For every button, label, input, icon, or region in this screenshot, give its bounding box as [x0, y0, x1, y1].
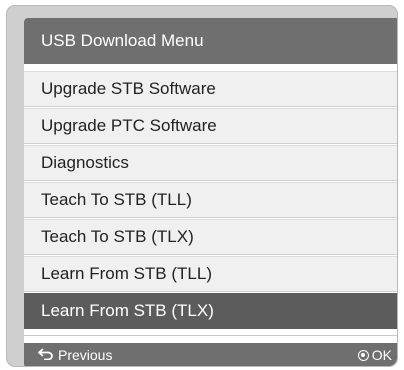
ok-circle-icon — [357, 349, 369, 361]
menu-item-teach-to-stb-tll[interactable]: Teach To STB (TLL) — [24, 182, 397, 218]
dialog-panel: USB Download Menu Upgrade STB Software U… — [24, 18, 397, 366]
menu-item-upgrade-ptc-software[interactable]: Upgrade PTC Software — [24, 108, 397, 144]
menu-item-teach-to-stb-tlx[interactable]: Teach To STB (TLX) — [24, 219, 397, 255]
menu-item-diagnostics[interactable]: Diagnostics — [24, 145, 397, 181]
dialog-frame: USB Download Menu Upgrade STB Software U… — [6, 5, 398, 367]
menu-item-learn-from-stb-tlx[interactable]: Learn From STB (TLX) — [24, 293, 397, 329]
previous-label: Previous — [58, 347, 113, 363]
menu-item-upgrade-stb-software[interactable]: Upgrade STB Software — [24, 71, 397, 107]
ok-label: OK — [371, 347, 392, 363]
footer-divider — [24, 335, 397, 336]
footer-bar: Previous OK — [24, 335, 397, 366]
dialog-title: USB Download Menu — [24, 18, 397, 64]
menu-item-learn-from-stb-tll[interactable]: Learn From STB (TLL) — [24, 256, 397, 292]
usb-download-menu: Upgrade STB Software Upgrade PTC Softwar… — [24, 71, 397, 330]
ok-button[interactable]: OK — [357, 347, 392, 363]
back-arrow-icon — [38, 347, 54, 363]
previous-button[interactable]: Previous — [38, 347, 112, 363]
